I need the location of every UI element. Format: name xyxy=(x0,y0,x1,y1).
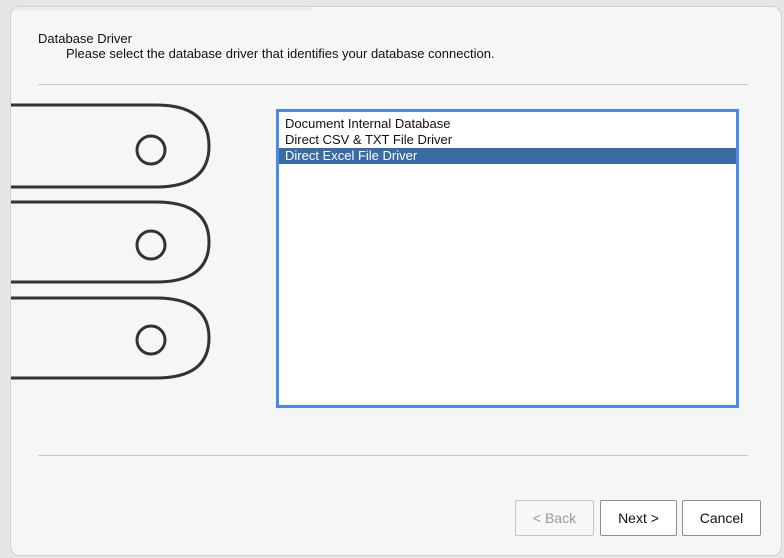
next-button[interactable]: Next > xyxy=(600,500,677,536)
disk-middle xyxy=(11,200,211,284)
top-strip xyxy=(11,7,311,11)
dialog-title: Database Driver xyxy=(38,31,132,46)
disk-top xyxy=(11,103,211,189)
disk-middle-light xyxy=(135,229,167,261)
disk-top-light xyxy=(135,134,167,166)
footer-separator xyxy=(38,455,748,456)
driver-item-direct-csv-txt[interactable]: Direct CSV & TXT File Driver xyxy=(279,132,736,148)
database-disks-icon xyxy=(11,103,211,380)
cancel-button[interactable]: Cancel xyxy=(682,500,761,536)
dialog-header: Database Driver Please select the databa… xyxy=(38,31,495,61)
driver-listbox[interactable]: Document Internal Database Direct CSV & … xyxy=(276,109,739,408)
driver-item-direct-excel[interactable]: Direct Excel File Driver xyxy=(279,148,736,164)
disk-bottom-light xyxy=(135,324,167,356)
driver-item-document-internal-database[interactable]: Document Internal Database xyxy=(279,116,736,132)
database-driver-dialog: Database Driver Please select the databa… xyxy=(10,6,782,556)
disk-bottom xyxy=(11,296,211,380)
back-button[interactable]: < Back xyxy=(515,500,594,536)
header-separator xyxy=(38,84,748,85)
dialog-subtitle: Please select the database driver that i… xyxy=(66,46,495,61)
